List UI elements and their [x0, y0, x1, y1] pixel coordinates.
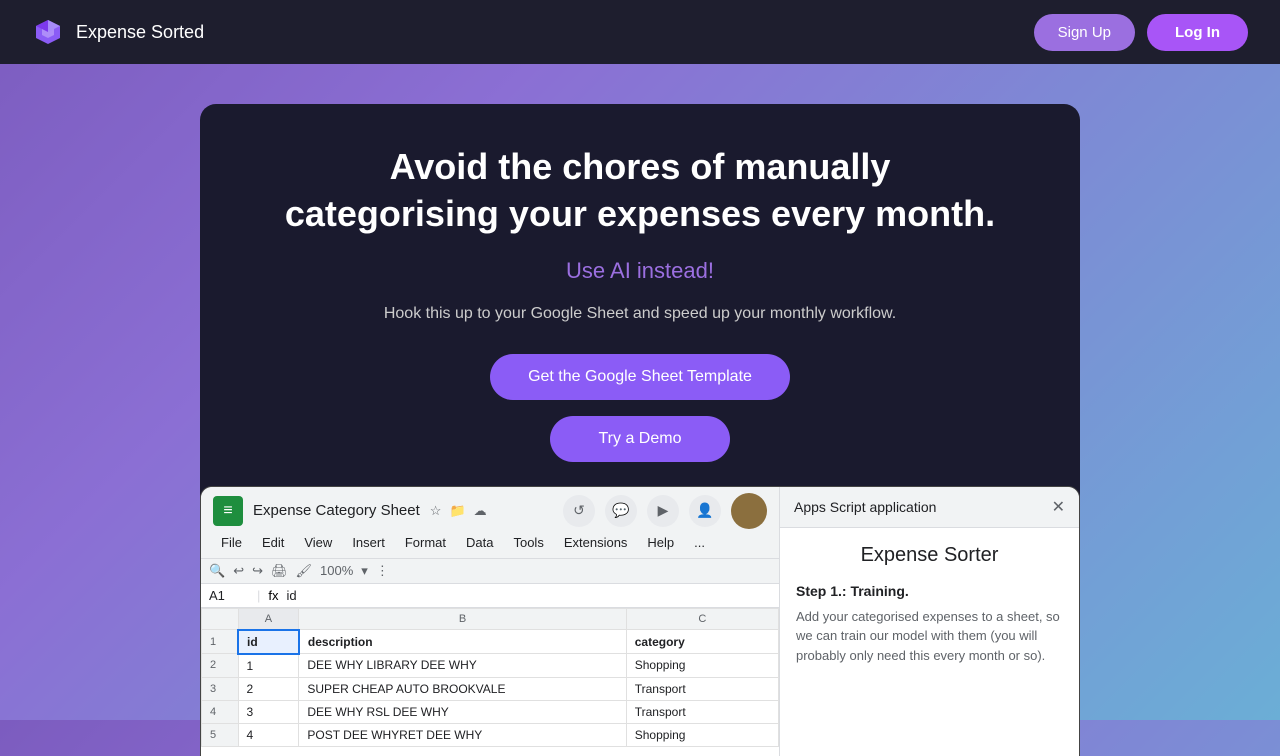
menu-help[interactable]: Help	[639, 533, 682, 552]
row-number: 1	[202, 630, 239, 654]
zoom-dropdown-icon: ▾	[361, 563, 368, 579]
star-icon: ☆	[430, 503, 442, 519]
col-header-a: A	[238, 608, 299, 630]
col-cat-header: category	[626, 630, 778, 654]
col-header-b: B	[299, 608, 626, 630]
avatar	[731, 493, 767, 529]
comment-icon: 💬	[605, 495, 637, 527]
folder-icon: 📁	[449, 503, 465, 519]
col-header-c: C	[626, 608, 778, 630]
formula-content: id	[287, 588, 297, 603]
cell-desc: SUPER CHEAP AUTO BROOKVALE	[299, 677, 626, 700]
main-content: Avoid the chores of manually categorisin…	[0, 64, 1280, 756]
menu-bar: File Edit View Insert Format Data Tools …	[213, 533, 767, 552]
cell-cat: Transport	[626, 677, 778, 700]
step-label: Step 1.: Training.	[796, 583, 1063, 599]
more-icon: ⋮	[376, 563, 389, 579]
cell-id: 4	[238, 723, 299, 746]
step-description: Add your categorised expenses to a sheet…	[796, 607, 1063, 666]
toolbar-secondary: 🔍 ↩ ↪ 🖨 🖌 100% ▾ ⋮	[201, 559, 779, 584]
sheet-right-icons: ↺ 💬 ▶ 👤	[563, 493, 767, 529]
cell-desc: POST DEE WHYRET DEE WHY	[299, 723, 626, 746]
row-number: 2	[202, 654, 239, 678]
app-title: Expense Sorter	[796, 544, 1063, 567]
cell-cat: Shopping	[626, 723, 778, 746]
zoom-level: 100%	[320, 563, 353, 578]
search-icon: 🔍	[209, 563, 225, 579]
sheets-icon: ≡	[213, 496, 243, 526]
cell-id: 2	[238, 677, 299, 700]
row-number: 5	[202, 723, 239, 746]
header-buttons: Sign Up Log In	[1034, 14, 1248, 51]
menu-edit[interactable]: Edit	[254, 533, 292, 552]
content-card: Avoid the chores of manually categorisin…	[200, 104, 1080, 756]
cell-reference: A1	[209, 588, 249, 603]
row-number: 3	[202, 677, 239, 700]
menu-data[interactable]: Data	[458, 533, 501, 552]
fx-label: fx	[268, 588, 278, 603]
sheet-title-left: ≡ Expense Category Sheet ☆ 📁 ☁	[213, 496, 487, 526]
formula-divider: |	[257, 588, 260, 603]
sheet-table: A B C 1 id description category	[201, 608, 779, 756]
description: Hook this up to your Google Sheet and sp…	[384, 302, 896, 326]
menu-format[interactable]: Format	[397, 533, 454, 552]
history-icon: ↺	[563, 495, 595, 527]
table-row: 1 id description category	[202, 630, 779, 654]
redo-icon: ↪	[252, 563, 263, 579]
sheet-toolbar: ≡ Expense Category Sheet ☆ 📁 ☁ ↺ 💬 ▶	[201, 487, 779, 559]
sheet-name: Expense Category Sheet	[253, 502, 420, 519]
table-row: 2 1 DEE WHY LIBRARY DEE WHY Shopping	[202, 654, 779, 678]
paint-icon: 🖌	[296, 563, 313, 579]
cell-desc: DEE WHY LIBRARY DEE WHY	[299, 654, 626, 678]
menu-view[interactable]: View	[296, 533, 340, 552]
cell-cat: Shopping	[626, 654, 778, 678]
template-button[interactable]: Get the Google Sheet Template	[490, 354, 790, 400]
print-icon: 🖨	[271, 563, 288, 579]
undo-icon: ↩	[233, 563, 244, 579]
app-name: Expense Sorted	[76, 22, 204, 43]
logo-area: Expense Sorted	[32, 16, 204, 48]
col-id-header: id	[238, 630, 299, 654]
screenshot-container: ≡ Expense Category Sheet ☆ 📁 ☁ ↺ 💬 ▶	[200, 486, 1080, 756]
signup-button[interactable]: Sign Up	[1034, 14, 1135, 51]
cell-id: 1	[238, 654, 299, 678]
logo-icon	[32, 16, 64, 48]
panel-title: Apps Script application	[794, 499, 936, 515]
col-desc-header: description	[299, 630, 626, 654]
menu-file[interactable]: File	[213, 533, 250, 552]
cloud-icon: ☁	[474, 503, 487, 519]
headline: Avoid the chores of manually categorisin…	[280, 144, 1000, 238]
table-row: 5 4 POST DEE WHYRET DEE WHY Shopping	[202, 723, 779, 746]
demo-button[interactable]: Try a Demo	[550, 416, 730, 462]
menu-extensions[interactable]: Extensions	[556, 533, 636, 552]
menu-more[interactable]: ...	[686, 533, 713, 552]
panel-body: Expense Sorter Step 1.: Training. Add yo…	[780, 528, 1079, 756]
apps-script-panel: Apps Script application ✕ Expense Sorter…	[779, 487, 1079, 756]
people-icon: 👤	[689, 495, 721, 527]
subheadline: Use AI instead!	[566, 258, 714, 284]
sheet-title-icons: ☆ 📁 ☁	[430, 503, 487, 519]
sheet-area: ≡ Expense Category Sheet ☆ 📁 ☁ ↺ 💬 ▶	[201, 487, 779, 756]
row-col-header	[202, 608, 239, 630]
login-button[interactable]: Log In	[1147, 14, 1248, 51]
panel-header: Apps Script application ✕	[780, 487, 1079, 528]
menu-insert[interactable]: Insert	[344, 533, 393, 552]
panel-close-button[interactable]: ✕	[1052, 497, 1065, 517]
video-icon: ▶	[647, 495, 679, 527]
sheet-title-bar: ≡ Expense Category Sheet ☆ 📁 ☁ ↺ 💬 ▶	[213, 493, 767, 529]
header: Expense Sorted Sign Up Log In	[0, 0, 1280, 64]
menu-tools[interactable]: Tools	[505, 533, 551, 552]
table-row: 3 2 SUPER CHEAP AUTO BROOKVALE Transport	[202, 677, 779, 700]
formula-bar: A1 | fx id	[201, 584, 779, 608]
